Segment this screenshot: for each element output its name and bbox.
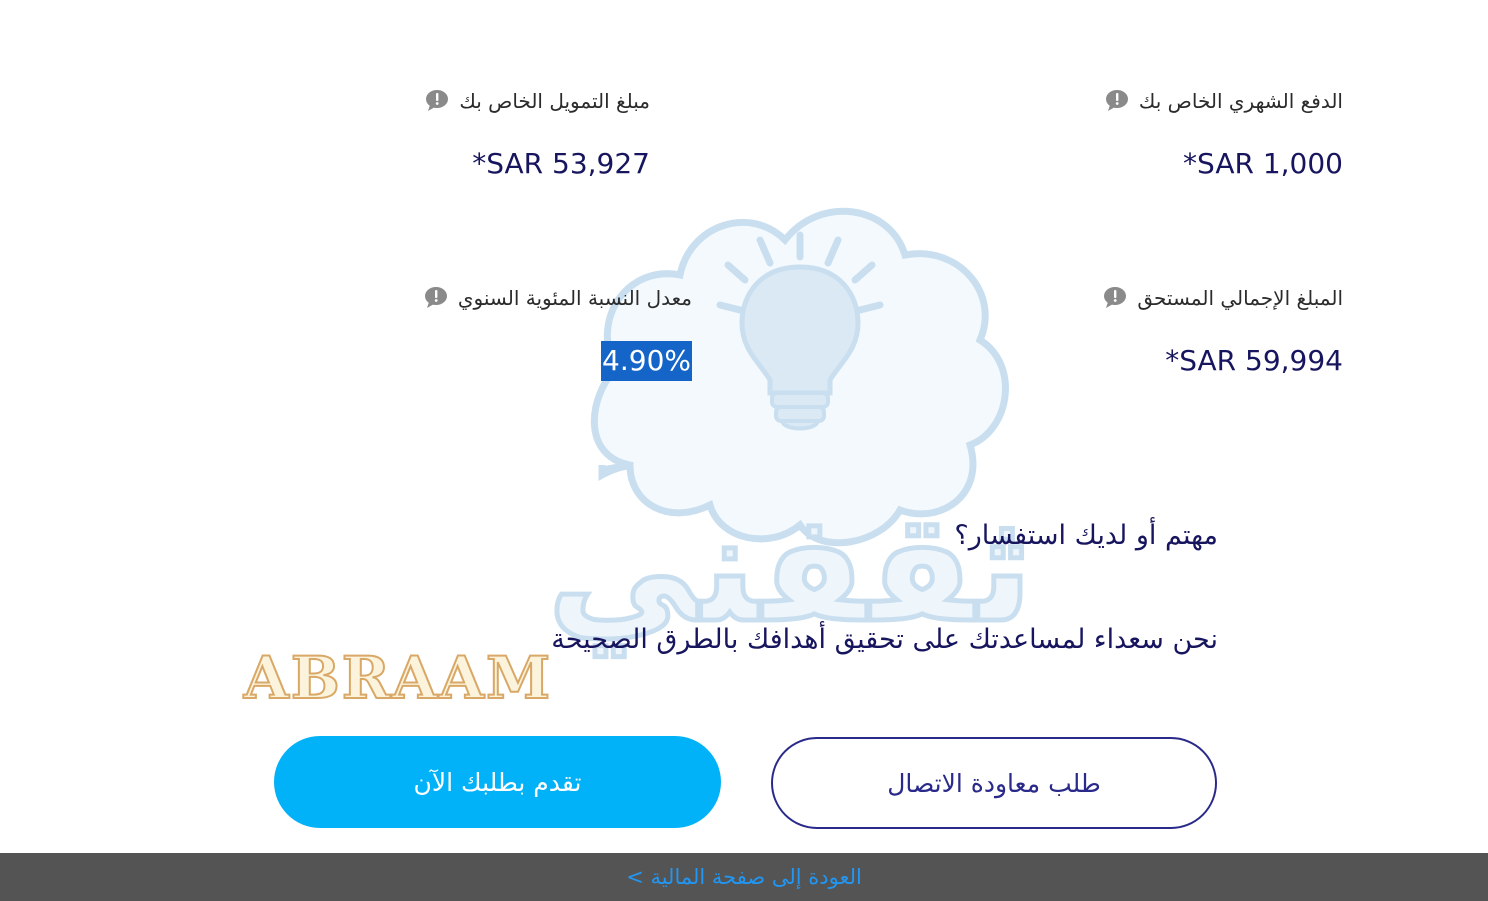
apr-label: معدل النسبة المئوية السنوي bbox=[457, 286, 692, 310]
finance-amount-result: مبلغ التمويل الخاص بك *SAR 53,927 bbox=[425, 86, 650, 184]
svg-text:ABRAAM: ABRAAM bbox=[243, 644, 552, 710]
request-callback-button[interactable]: طلب معاودة الاتصال bbox=[771, 737, 1217, 829]
finance-amount-label: مبلغ التمويل الخاص بك bbox=[459, 89, 650, 113]
total-due-result: المبلغ الإجمالي المستحق *SAR 59,994 bbox=[1103, 283, 1343, 381]
finance-amount-value: *SAR 53,927 bbox=[472, 147, 650, 180]
total-due-label: المبلغ الإجمالي المستحق bbox=[1137, 286, 1343, 310]
monthly-payment-value: *SAR 1,000 bbox=[1183, 147, 1343, 180]
apr-result: معدل النسبة المئوية السنوي 4.90% bbox=[424, 283, 692, 381]
apr-value: 4.90% bbox=[601, 341, 692, 381]
info-bubble-icon[interactable] bbox=[1105, 89, 1129, 113]
back-to-finance-link[interactable]: العودة إلى صفحة المالية > bbox=[626, 865, 862, 889]
watermark-logo-text: ثقفني bbox=[545, 480, 1035, 659]
info-bubble-icon[interactable] bbox=[425, 89, 449, 113]
monthly-payment-result: الدفع الشهري الخاص بك *SAR 1,000 bbox=[1105, 86, 1343, 184]
footer-bar: العودة إلى صفحة المالية > bbox=[0, 853, 1488, 901]
signature-watermark: ABRAAM bbox=[242, 643, 553, 710]
info-bubble-icon[interactable] bbox=[1103, 286, 1127, 310]
enquiry-text: نحن سعداء لمساعدتك على تحقيق أهدافك بالط… bbox=[551, 624, 1218, 655]
total-due-value: *SAR 59,994 bbox=[1165, 344, 1343, 377]
apply-now-button[interactable]: تقدم بطلبك الآن bbox=[274, 736, 721, 828]
monthly-payment-label: الدفع الشهري الخاص بك bbox=[1138, 89, 1343, 113]
enquiry-title: مهتم أو لديك استفسار؟ bbox=[954, 520, 1218, 551]
info-bubble-icon[interactable] bbox=[424, 286, 448, 310]
